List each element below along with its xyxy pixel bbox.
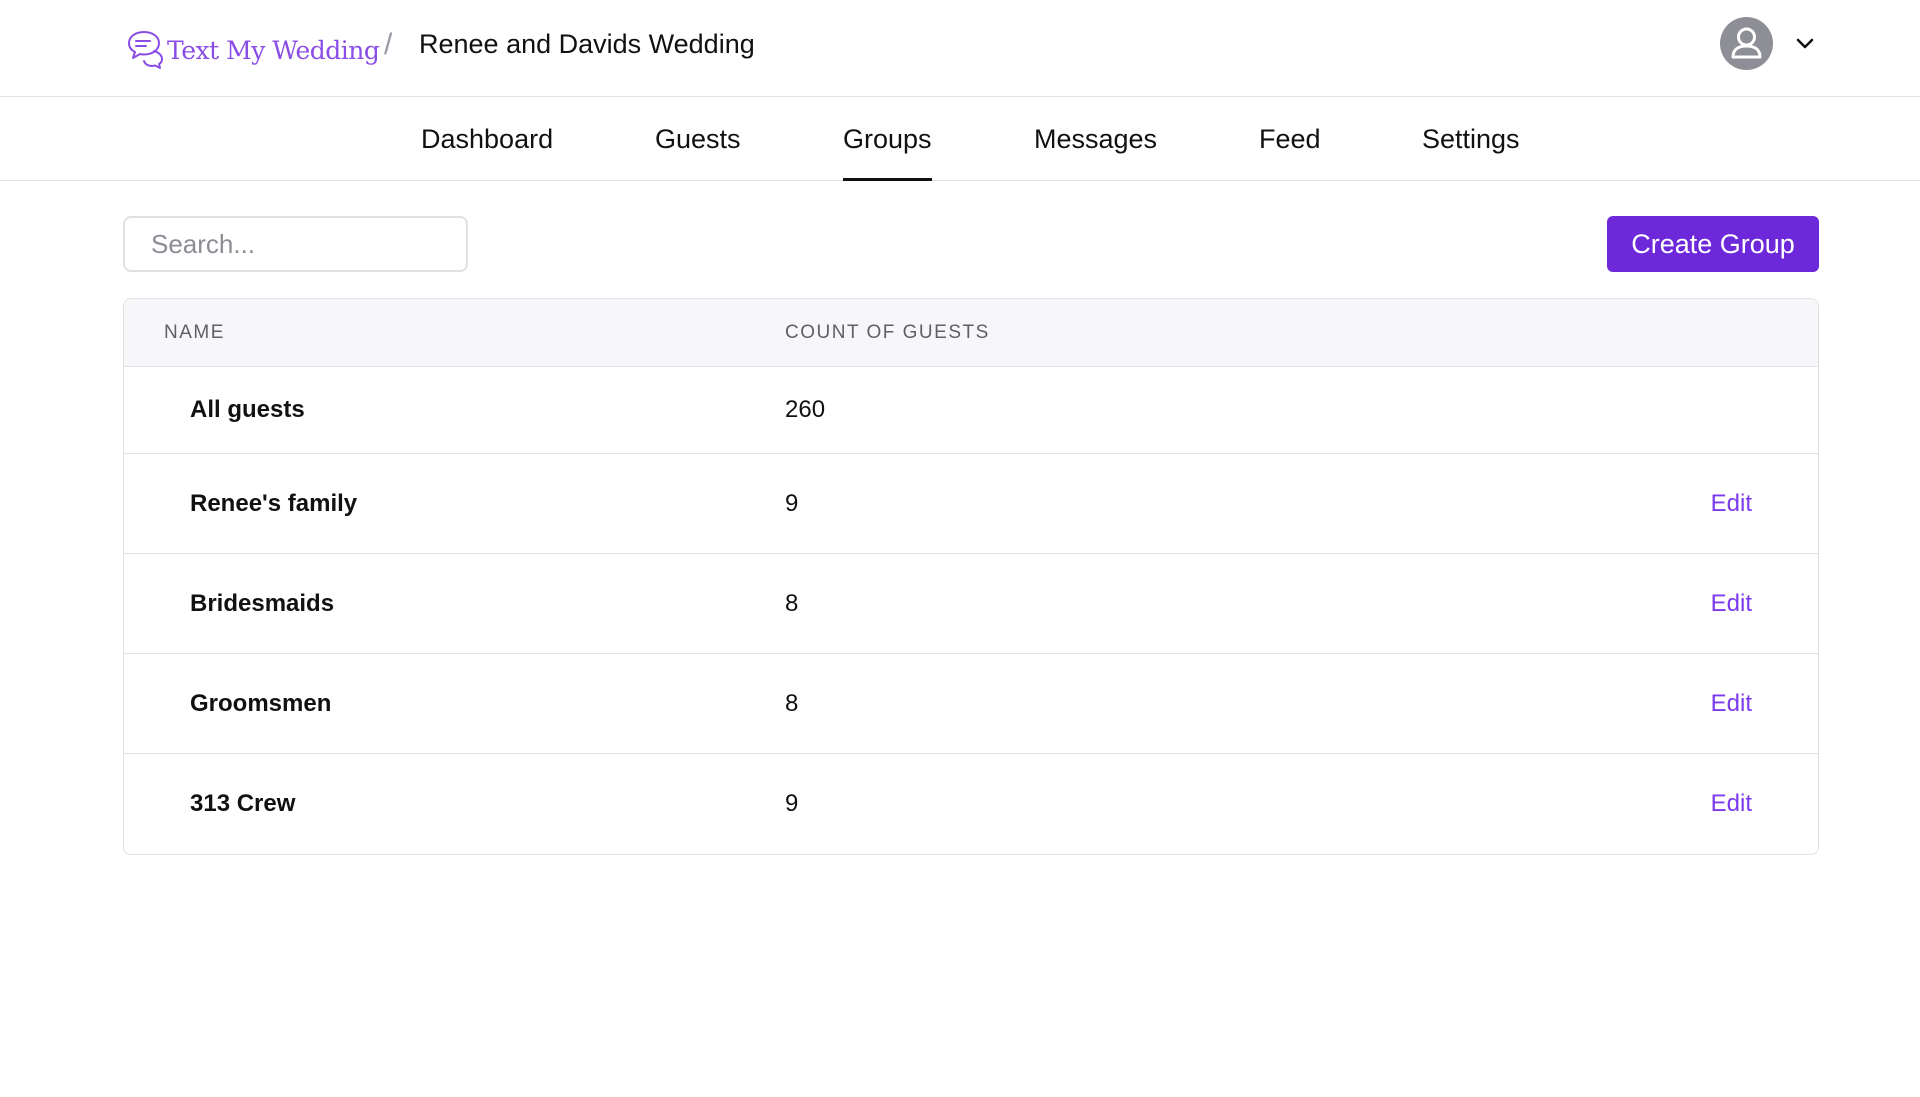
main-nav: Dashboard Guests Groups Messages Feed Se… (0, 97, 1920, 181)
guest-count: 260 (785, 396, 826, 423)
tab-dashboard[interactable]: Dashboard (421, 97, 553, 181)
edit-group-link[interactable]: Edit (1711, 654, 1752, 753)
event-title: Renee and Davids Wedding (419, 29, 755, 59)
chevron-down-icon[interactable] (1794, 32, 1816, 54)
table-row[interactable]: All guests 260 (124, 367, 1818, 454)
top-bar: Text My Wedding / Renee and Davids Weddi… (0, 0, 1920, 97)
group-name: All guests (190, 396, 305, 423)
create-group-button[interactable]: Create Group (1607, 216, 1819, 272)
table-row[interactable]: Groomsmen 8 Edit (124, 654, 1818, 754)
column-header-name: NAME (164, 322, 225, 343)
column-header-count: COUNT OF GUESTS (785, 322, 990, 343)
chat-bubbles-icon (124, 26, 168, 70)
edit-group-link[interactable]: Edit (1711, 454, 1752, 553)
table-row[interactable]: 313 Crew 9 Edit (124, 754, 1818, 854)
tab-feed[interactable]: Feed (1259, 97, 1321, 181)
user-icon (1731, 27, 1762, 59)
avatar[interactable] (1720, 17, 1773, 70)
tab-settings[interactable]: Settings (1422, 97, 1520, 181)
brand-logo[interactable]: Text My Wedding (124, 26, 380, 70)
group-name: Renee's family (190, 489, 358, 517)
guest-count: 9 (785, 790, 799, 817)
tab-groups[interactable]: Groups (843, 97, 932, 181)
edit-group-link[interactable]: Edit (1711, 554, 1752, 653)
guest-count: 8 (785, 589, 799, 617)
search-input[interactable] (123, 216, 468, 272)
breadcrumb-separator: / (384, 28, 393, 61)
table-header: NAME COUNT OF GUESTS (124, 299, 1818, 367)
groups-table: NAME COUNT OF GUESTS All guests 260 Rene… (123, 298, 1819, 855)
tab-messages[interactable]: Messages (1034, 97, 1157, 181)
guest-count: 9 (785, 489, 799, 517)
group-name: Groomsmen (190, 689, 332, 717)
brand-name: Text My Wedding (167, 35, 380, 65)
group-name: Bridesmaids (190, 589, 335, 617)
group-name: 313 Crew (190, 790, 296, 817)
edit-group-link[interactable]: Edit (1711, 754, 1752, 854)
guest-count: 8 (785, 689, 799, 717)
table-row[interactable]: Bridesmaids 8 Edit (124, 554, 1818, 654)
tab-guests[interactable]: Guests (655, 97, 741, 181)
table-row[interactable]: Renee's family 9 Edit (124, 454, 1818, 554)
